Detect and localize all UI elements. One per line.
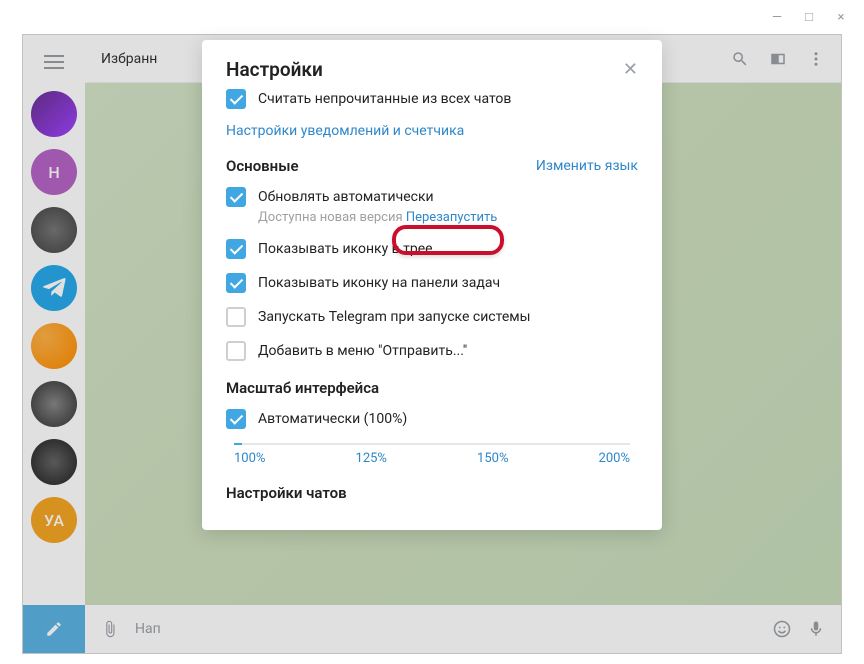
modal-header: Настройки ✕ [202, 40, 662, 89]
tray-icon-row: Показывать иконку в трее [226, 239, 638, 259]
auto-update-label: Обновлять автоматически [258, 187, 497, 207]
scale-section: Масштаб интерфейса Автоматически (100%) … [226, 379, 638, 466]
notification-settings-link[interactable]: Настройки уведомлений и счетчика [226, 123, 638, 139]
scale-section-title: Масштаб интерфейса [226, 379, 379, 397]
scale-mark[interactable]: 125% [356, 451, 387, 466]
chats-section-title: Настройки чатов [226, 484, 347, 502]
taskbar-icon-row: Показывать иконку на панели задач [226, 273, 638, 293]
window-titlebar: — □ × [0, 0, 864, 34]
new-version-note: Доступна новая версия Перезапустить [258, 210, 497, 225]
tray-icon-label: Показывать иконку в трее [258, 239, 433, 259]
launch-startup-checkbox[interactable] [226, 307, 246, 327]
scale-marks: 100% 125% 150% 200% [226, 451, 638, 466]
basic-section: Основные Изменить язык Обновлять автомат… [226, 157, 638, 361]
modal-title: Настройки [226, 58, 323, 81]
unread-from-all-row: Считать непрочитанные из всех чатов [226, 89, 638, 109]
window-maximize-button[interactable]: □ [802, 10, 816, 24]
modal-overlay: Настройки ✕ Считать непрочитанные из все… [22, 34, 842, 654]
add-sendto-row: Добавить в меню "Отправить..." [226, 341, 638, 361]
tray-icon-checkbox[interactable] [226, 239, 246, 259]
unread-from-all-label: Считать непрочитанные из всех чатов [258, 89, 511, 109]
add-sendto-label: Добавить в меню "Отправить..." [258, 341, 467, 361]
close-icon[interactable]: ✕ [623, 59, 638, 80]
change-language-link[interactable]: Изменить язык [536, 158, 638, 174]
restart-link[interactable]: Перезапустить [406, 210, 497, 225]
taskbar-icon-label: Показывать иконку на панели задач [258, 273, 500, 293]
chats-section: Настройки чатов [226, 484, 638, 502]
scale-auto-checkbox[interactable] [226, 409, 246, 429]
modal-body[interactable]: Считать непрочитанные из всех чатов Наст… [202, 89, 662, 530]
window-close-button[interactable]: × [834, 10, 848, 24]
scale-auto-row: Автоматически (100%) [226, 409, 638, 429]
scale-auto-label: Автоматически (100%) [258, 409, 407, 429]
unread-from-all-checkbox[interactable] [226, 89, 246, 109]
auto-update-row: Обновлять автоматически Доступна новая в… [226, 187, 638, 225]
scale-slider[interactable] [234, 443, 630, 445]
settings-modal: Настройки ✕ Считать непрочитанные из все… [202, 40, 662, 530]
launch-startup-label: Запускать Telegram при запуске системы [258, 307, 531, 327]
window-minimize-button[interactable]: — [770, 10, 784, 24]
auto-update-checkbox[interactable] [226, 187, 246, 207]
scale-mark[interactable]: 100% [234, 451, 265, 466]
scale-mark[interactable]: 150% [477, 451, 508, 466]
scale-mark[interactable]: 200% [599, 451, 630, 466]
taskbar-icon-checkbox[interactable] [226, 273, 246, 293]
launch-startup-row: Запускать Telegram при запуске системы [226, 307, 638, 327]
add-sendto-checkbox[interactable] [226, 341, 246, 361]
basic-section-title: Основные [226, 157, 299, 175]
